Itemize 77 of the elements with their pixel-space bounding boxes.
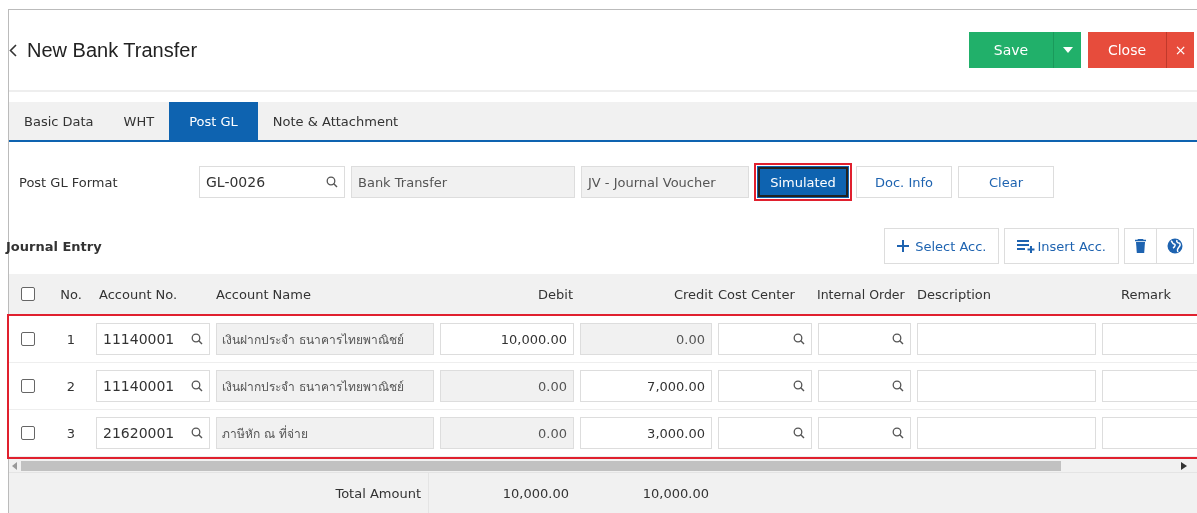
column-header: Description: [916, 286, 993, 302]
search-icon[interactable]: [793, 380, 805, 392]
insert-account-button[interactable]: Insert Acc.: [1004, 228, 1119, 264]
row-number: 1: [65, 331, 77, 347]
field-label: Post GL Format: [18, 174, 119, 190]
cost-center-field[interactable]: [718, 417, 812, 449]
format-name-field: Bank Transfer: [351, 166, 575, 198]
section-title: Journal Entry: [6, 238, 102, 254]
page-title: New Bank Transfer: [27, 38, 198, 62]
back-icon[interactable]: [9, 43, 17, 57]
total-credit: 10,000.00: [641, 485, 709, 501]
search-icon[interactable]: [892, 380, 904, 392]
description-field[interactable]: [917, 323, 1096, 355]
search-icon[interactable]: [191, 427, 203, 439]
description-field[interactable]: [917, 417, 1096, 449]
account-name-field: เงินฝากประจำ ธนาคารไทยพาณิชย์: [216, 370, 434, 402]
trash-icon: [1135, 239, 1146, 253]
column-header: Debit: [537, 286, 574, 302]
scroll-right-icon[interactable]: [1181, 461, 1187, 470]
cost-center-field[interactable]: [718, 370, 812, 402]
action-button[interactable]: Doc. Info: [856, 166, 952, 198]
caret-icon: [1062, 47, 1073, 53]
select-account-button[interactable]: Select Acc.: [884, 228, 1000, 264]
remark-field[interactable]: [1102, 417, 1197, 449]
debit-field[interactable]: 10,000.00: [440, 323, 574, 355]
close-x-button[interactable]: ×: [1166, 32, 1194, 68]
column-header: Remark: [1120, 286, 1172, 302]
search-icon[interactable]: [191, 333, 203, 345]
internal-order-field[interactable]: [818, 417, 911, 449]
search-icon[interactable]: [793, 427, 805, 439]
search-icon[interactable]: [191, 380, 203, 392]
account-no-field[interactable]: 11140001: [96, 323, 210, 355]
tab[interactable]: Basic Data: [9, 102, 109, 140]
total-label: Total Amount: [9, 473, 429, 513]
total-debit: 10,000.00: [501, 485, 569, 501]
remark-field[interactable]: [1102, 370, 1197, 402]
action-button[interactable]: Simulated: [758, 167, 848, 197]
search-icon[interactable]: [326, 176, 338, 188]
row-checkbox[interactable]: [21, 426, 35, 440]
column-header: Account No.: [98, 286, 179, 302]
column-header: Internal Order: [816, 286, 906, 302]
select-all-checkbox[interactable]: [21, 287, 35, 301]
row-number: 3: [65, 425, 77, 441]
account-name-field: เงินฝากประจำ ธนาคารไทยพาณิชย์: [216, 323, 434, 355]
delete-button[interactable]: [1124, 228, 1157, 264]
globe-button[interactable]: [1156, 228, 1194, 264]
post-gl-format-field[interactable]: GL-0026: [199, 166, 345, 198]
column-header: No.: [59, 286, 83, 302]
credit-field[interactable]: 7,000.00: [580, 370, 712, 402]
tab[interactable]: WHT: [108, 102, 170, 140]
globe-icon: [1167, 238, 1183, 254]
close-button[interactable]: Close: [1088, 32, 1166, 68]
account-name-field: ภาษีหัก ณ ที่จ่าย: [216, 417, 434, 449]
search-icon[interactable]: [892, 333, 904, 345]
action-button[interactable]: Clear: [958, 166, 1054, 198]
list-add-icon: [1017, 239, 1038, 253]
description-field[interactable]: [917, 370, 1096, 402]
row-number: 2: [65, 378, 77, 394]
row-checkbox[interactable]: [21, 332, 35, 346]
account-no-field[interactable]: 21620001: [96, 417, 210, 449]
column-header: Account Name: [215, 286, 312, 302]
journal-type-field: JV - Journal Voucher: [581, 166, 749, 198]
save-dropdown-button[interactable]: [1053, 32, 1081, 68]
column-header: Credit: [672, 286, 714, 302]
search-icon[interactable]: [793, 333, 805, 345]
account-no-field[interactable]: 11140001: [96, 370, 210, 402]
tab[interactable]: Post GL: [169, 102, 258, 140]
internal-order-field[interactable]: [818, 323, 911, 355]
row-checkbox[interactable]: [21, 379, 35, 393]
tab[interactable]: Note & Attachment: [257, 102, 414, 140]
search-icon[interactable]: [892, 427, 904, 439]
credit-field[interactable]: 3,000.00: [580, 417, 712, 449]
plus-icon: [897, 240, 910, 252]
internal-order-field[interactable]: [818, 370, 911, 402]
remark-field[interactable]: [1102, 323, 1197, 355]
column-header: Cost Center: [717, 286, 796, 302]
cost-center-field[interactable]: [718, 323, 812, 355]
